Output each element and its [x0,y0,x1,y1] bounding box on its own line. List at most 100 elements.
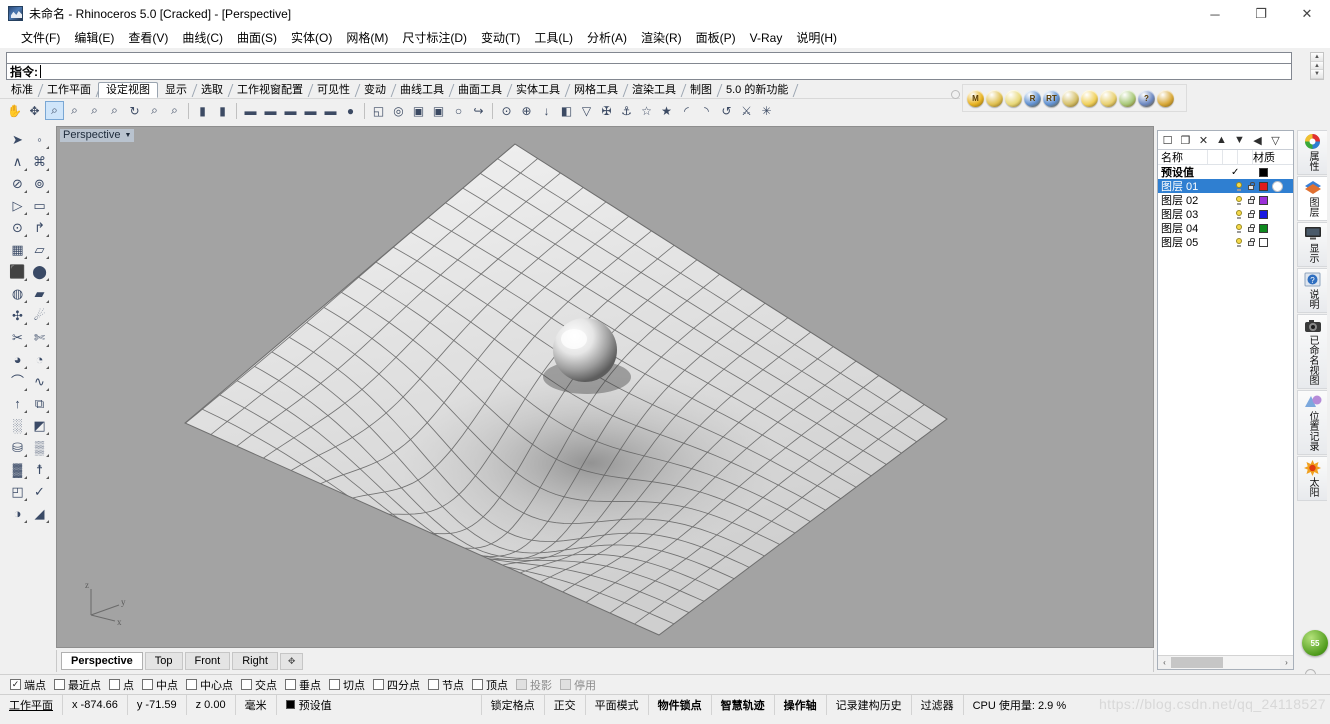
spin-icon[interactable]: ⊕ [517,101,536,120]
vray-sun-icon[interactable] [1081,89,1098,107]
rectangle-tool[interactable]: ▭ [29,195,50,216]
osnap-0[interactable]: ✓ 端点 [6,677,50,693]
menu-item-14[interactable]: 说明(H) [789,29,844,47]
osnap-checkbox[interactable] [186,679,197,690]
vray-dome-icon[interactable] [1100,89,1117,107]
osnap-checkbox[interactable] [54,679,65,690]
mirror-tool[interactable]: ◩ [29,415,50,436]
osnap-checkbox[interactable] [428,679,439,690]
toolbar-tab-6[interactable]: 可见性 [310,83,357,98]
blue-swoosh2-icon[interactable]: ◝ [697,101,716,120]
panel-tab-named-views[interactable]: 已命名视图 [1297,314,1327,389]
zoom-extents-icon[interactable]: ✥ [25,101,44,120]
close-button[interactable]: ✕ [1284,0,1330,28]
toolbar-tab-14[interactable]: 5.0 的新功能 [719,83,795,98]
array-tool[interactable]: ░ [7,415,28,436]
viewport-tab-top[interactable]: Top [144,652,183,670]
menu-item-6[interactable]: 网格(M) [339,29,395,47]
panel-tab-sun[interactable]: 太阳 [1297,456,1327,501]
command-scroll-down-icon[interactable]: ▼ [1311,70,1323,80]
layer-color-swatch[interactable] [1259,181,1268,191]
circle-tool[interactable]: ⊘ [7,173,28,194]
panel-tab-layers[interactable]: 图层 [1297,176,1327,221]
status-toggle-6[interactable]: 记录建构历史 [827,694,912,715]
menu-item-4[interactable]: 曲面(S) [230,29,284,47]
vray-rt-render-icon[interactable]: RT [1043,89,1060,107]
trim-tool[interactable]: ✂ [7,327,28,348]
surface-from-curves-tool[interactable]: ▦ [7,239,28,260]
render-progress-orb[interactable]: 55 [1302,630,1328,656]
osnap-10[interactable]: 顶点 [468,677,512,693]
osnap-8[interactable]: 四分点 [369,677,424,693]
extrude-surface-tool[interactable]: ▱ [29,239,50,260]
viewport-title[interactable]: Perspective ▼ [60,129,135,142]
command-scroll-up-icon[interactable]: ▲ [1311,53,1323,62]
status-toggle-3[interactable]: 物件锁点 [649,694,712,715]
blend-surface-tool[interactable]: ∿ [29,371,50,392]
toolbar-tab-5[interactable]: 工作视窗配置 [230,83,310,98]
layer-row-1[interactable]: 图层 01 [1158,179,1293,193]
layer-color-swatch[interactable] [1259,237,1268,247]
zoom-window-icon[interactable]: ⌕ [45,101,64,120]
save-view-icon[interactable]: ▣ [409,101,428,120]
view-front-icon[interactable]: ▮ [193,101,212,120]
layer-color-swatch[interactable] [1259,223,1268,233]
layer-current-check-icon[interactable]: ✓ [1231,167,1243,178]
layer-lock-icon[interactable] [1247,223,1255,233]
minimize-button[interactable]: ─ [1192,0,1238,28]
scroll-left-icon[interactable]: ‹ [1158,656,1171,669]
polyline-tool[interactable]: ∧ [7,151,28,172]
restore-view-icon[interactable]: ▣ [429,101,448,120]
menu-item-11[interactable]: 渲染(R) [634,29,689,47]
turntable-icon[interactable]: ⊙ [497,101,516,120]
zoom-selected-icon[interactable]: ⌕ [65,101,84,120]
view-rotate2-icon[interactable]: ↪ [469,101,488,120]
hscroll-track[interactable] [1171,656,1280,669]
layer-lock-icon[interactable] [1247,195,1255,205]
pipe-tool[interactable]: ▰ [29,283,50,304]
menu-item-2[interactable]: 查看(V) [121,29,175,47]
control-point-curve-tool[interactable]: ⌘ [29,151,50,172]
star-filled-icon[interactable]: ★ [657,101,676,120]
status-toggle-4[interactable]: 智慧轨迹 [712,694,775,715]
osnap-checkbox[interactable] [241,679,252,690]
zoom-in-icon[interactable]: ⌕ [105,101,124,120]
toolbar-tab-9[interactable]: 曲面工具 [451,83,509,98]
box-tool[interactable]: ⬛ [7,261,28,282]
osnap-checkbox[interactable] [472,679,483,690]
named-view-icon[interactable]: ◱ [369,101,388,120]
fillet-edge-tool[interactable]: ◕ [7,349,28,370]
layer-row-3[interactable]: 图层 03 [1158,207,1293,221]
osnap-checkbox[interactable] [373,679,384,690]
viewport-tab-right[interactable]: Right [232,652,278,670]
menu-item-3[interactable]: 曲线(C) [175,29,230,47]
snapshot-icon[interactable]: ✳ [757,101,776,120]
loop-view-icon[interactable]: ↺ [717,101,736,120]
layout-tool[interactable]: ◰ [7,481,28,502]
clipping-plane-icon[interactable]: ◧ [557,101,576,120]
osnap-7[interactable]: 切点 [325,677,369,693]
panel-tab-properties[interactable]: 属性 [1297,130,1327,175]
status-toggle-5[interactable]: 操作轴 [775,694,827,715]
move-layer-left-icon[interactable]: ◀ [1250,133,1265,148]
mesh-tool[interactable]: ▒ [29,437,50,458]
vray-infinite-plane-icon[interactable] [1062,89,1079,107]
panel-tab-help[interactable]: ? 说明 [1297,268,1327,313]
analysis-tool[interactable]: ☨ [29,459,50,480]
toolbar-tab-4[interactable]: 选取 [194,83,230,98]
osnap-checkbox[interactable] [142,679,153,690]
explode-tool[interactable]: ☄ [29,305,50,326]
arc-tool[interactable]: ▷ [7,195,28,216]
pan-icon[interactable]: ✋ [5,101,24,120]
osnap-checkbox[interactable] [329,679,340,690]
filter-layer-icon[interactable]: ▽ [1268,133,1283,148]
scroll-right-icon[interactable]: › [1280,656,1293,669]
osnap-5[interactable]: 交点 [237,677,281,693]
offset-tool[interactable]: ⧉ [29,393,50,414]
vray-material-editor-icon[interactable]: M [967,89,984,107]
osnap-3[interactable]: 中点 [138,677,182,693]
toolbar-tab-7[interactable]: 变动 [357,83,393,98]
zoom-1to1-icon[interactable]: ⌕ [165,101,184,120]
split-tool[interactable]: ✄ [29,327,50,348]
camera-drag-icon[interactable]: ● [341,101,360,120]
